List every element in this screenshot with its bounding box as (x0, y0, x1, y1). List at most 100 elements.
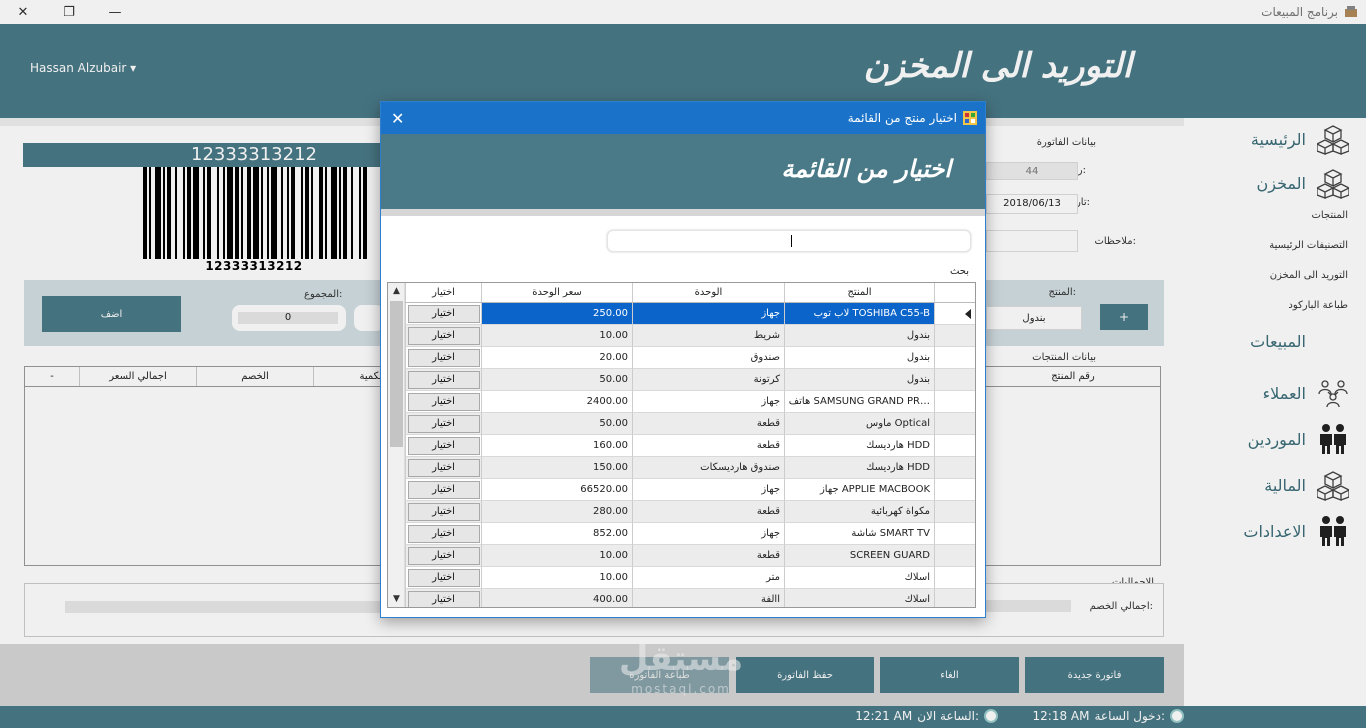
unit-cell: متر (632, 567, 784, 589)
dialog-header: اختيار من القائمة (381, 134, 985, 209)
unit-cell: صندوق (632, 347, 784, 369)
col-header-price: سعر الوحدة (481, 283, 632, 302)
price-cell: 250.00 (481, 303, 632, 325)
unit-cell: جهاز (632, 391, 784, 413)
select-cell: اختيار (405, 435, 481, 457)
row-header-cell[interactable] (934, 567, 975, 589)
row-header-cell[interactable] (934, 435, 975, 457)
select-product-button[interactable]: اختيار (407, 480, 480, 499)
select-product-dialog: ✕ اختيار منتج من القائمة اختيار من القائ… (380, 101, 986, 618)
product-cell: هارديسك HDD (784, 457, 934, 479)
row-header-cell[interactable] (934, 479, 975, 501)
unit-cell: جهاز (632, 523, 784, 545)
grid-row[interactable]: اختيار 150.00 صندوق هارديسكات هارديسك HDD (405, 457, 975, 479)
select-cell: اختيار (405, 589, 481, 607)
select-product-button[interactable]: اختيار (407, 458, 480, 477)
row-header-cell[interactable] (934, 589, 975, 607)
select-cell: اختيار (405, 391, 481, 413)
grid-row[interactable]: اختيار 50.00 كرتونة بندول (405, 369, 975, 391)
grid-scrollbar[interactable]: ▲ ▼ (388, 283, 405, 607)
unit-cell: قطعة (632, 545, 784, 567)
grid-rows: اختيار 250.00 جهاز لاب توب TOSHIBA C55-B اخت… (405, 303, 975, 607)
col-header-select: اختيار (405, 283, 481, 302)
select-cell: اختيار (405, 347, 481, 369)
product-cell: لاب توب TOSHIBA C55-B (784, 303, 934, 325)
select-product-button[interactable]: اختيار (407, 414, 480, 433)
grid-row[interactable]: اختيار 160.00 قطعة هارديسك HDD (405, 435, 975, 457)
price-cell: 50.00 (481, 369, 632, 391)
grid-row[interactable]: اختيار 50.00 قطعة ماوس Optical (405, 413, 975, 435)
product-cell: جهاز APPLIE MACBOOK (784, 479, 934, 501)
product-cell: اسلاك (784, 567, 934, 589)
dialog-divider (381, 209, 985, 216)
grid-row[interactable]: اختيار 20.00 صندوق بندول (405, 347, 975, 369)
dialog-title: اختيار منتج من القائمة (847, 111, 957, 125)
row-header-cell[interactable] (934, 303, 975, 325)
select-product-button[interactable]: اختيار (407, 348, 480, 367)
product-cell: شاشة SMART TV (784, 523, 934, 545)
select-product-button[interactable]: اختيار (407, 436, 480, 455)
grid-row[interactable]: اختيار 10.00 متر اسلاك (405, 567, 975, 589)
select-product-button[interactable]: اختيار (407, 502, 480, 521)
select-product-button[interactable]: اختيار (407, 568, 480, 587)
select-product-button[interactable]: اختيار (407, 304, 480, 323)
unit-cell: قطعة (632, 501, 784, 523)
select-cell: اختيار (405, 457, 481, 479)
row-header-cell[interactable] (934, 347, 975, 369)
select-product-button[interactable]: اختيار (407, 326, 480, 345)
price-cell: 66520.00 (481, 479, 632, 501)
dialog-close-button[interactable]: ✕ (391, 109, 404, 128)
select-product-button[interactable]: اختيار (407, 546, 480, 565)
product-cell: بندول (784, 347, 934, 369)
row-header-cell[interactable] (934, 545, 975, 567)
unit-cell: صندوق هارديسكات (632, 457, 784, 479)
grid-row[interactable]: اختيار 66520.00 جهاز جهاز APPLIE MACBOOK (405, 479, 975, 501)
row-header-cell[interactable] (934, 369, 975, 391)
grid-row[interactable]: اختيار 400.00 االفة اسلاك (405, 589, 975, 607)
select-cell: اختيار (405, 369, 481, 391)
row-header-cell[interactable] (934, 391, 975, 413)
col-header-row (934, 283, 975, 302)
select-cell: اختيار (405, 523, 481, 545)
unit-cell: شريط (632, 325, 784, 347)
products-grid[interactable]: ▲ ▼ اختيار سعر الوحدة الوحدة المنتج اختي… (387, 282, 976, 608)
row-header-cell[interactable] (934, 413, 975, 435)
grid-row[interactable]: اختيار 250.00 جهاز لاب توب TOSHIBA C55-B (405, 303, 975, 325)
price-cell: 852.00 (481, 523, 632, 545)
grid-row[interactable]: اختيار 2400.00 جهاز هاتف SAMSUNG GRAND PR… (405, 391, 975, 413)
grid-row[interactable]: اختيار 852.00 جهاز شاشة SMART TV (405, 523, 975, 545)
select-product-button[interactable]: اختيار (407, 392, 480, 411)
select-cell: اختيار (405, 501, 481, 523)
select-product-button[interactable]: اختيار (407, 524, 480, 543)
row-header-cell[interactable] (934, 457, 975, 479)
product-cell: هاتف SAMSUNG GRAND PR… (784, 391, 934, 413)
product-cell: SCREEN GUARD (784, 545, 934, 567)
unit-cell: جهاز (632, 479, 784, 501)
grid-row[interactable]: اختيار 10.00 شريط بندول (405, 325, 975, 347)
row-header-cell[interactable] (934, 501, 975, 523)
scroll-up-arrow-icon[interactable]: ▲ (388, 283, 405, 299)
search-input[interactable] (607, 230, 971, 252)
grid-row[interactable]: اختيار 280.00 قطعة مكواة كهربائية (405, 501, 975, 523)
price-cell: 280.00 (481, 501, 632, 523)
search-label: بحث (949, 266, 969, 277)
scroll-thumb[interactable] (390, 301, 403, 447)
select-product-button[interactable]: اختيار (407, 370, 480, 389)
product-cell: ماوس Optical (784, 413, 934, 435)
unit-cell: قطعة (632, 435, 784, 457)
dialog-titlebar: ✕ اختيار منتج من القائمة (381, 102, 985, 134)
select-product-button[interactable]: اختيار (407, 590, 480, 607)
price-cell: 2400.00 (481, 391, 632, 413)
row-header-cell[interactable] (934, 325, 975, 347)
price-cell: 400.00 (481, 589, 632, 607)
row-header-cell[interactable] (934, 523, 975, 545)
grid-row[interactable]: اختيار 10.00 قطعة SCREEN GUARD (405, 545, 975, 567)
price-cell: 20.00 (481, 347, 632, 369)
unit-cell: االفة (632, 589, 784, 607)
text-caret (791, 235, 792, 247)
scroll-down-arrow-icon[interactable]: ▼ (388, 591, 405, 607)
dialog-heading: اختيار من القائمة (781, 154, 951, 183)
select-cell: اختيار (405, 303, 481, 325)
product-cell: اسلاك (784, 589, 934, 607)
dialog-title-area: اختيار منتج من القائمة (848, 111, 977, 125)
